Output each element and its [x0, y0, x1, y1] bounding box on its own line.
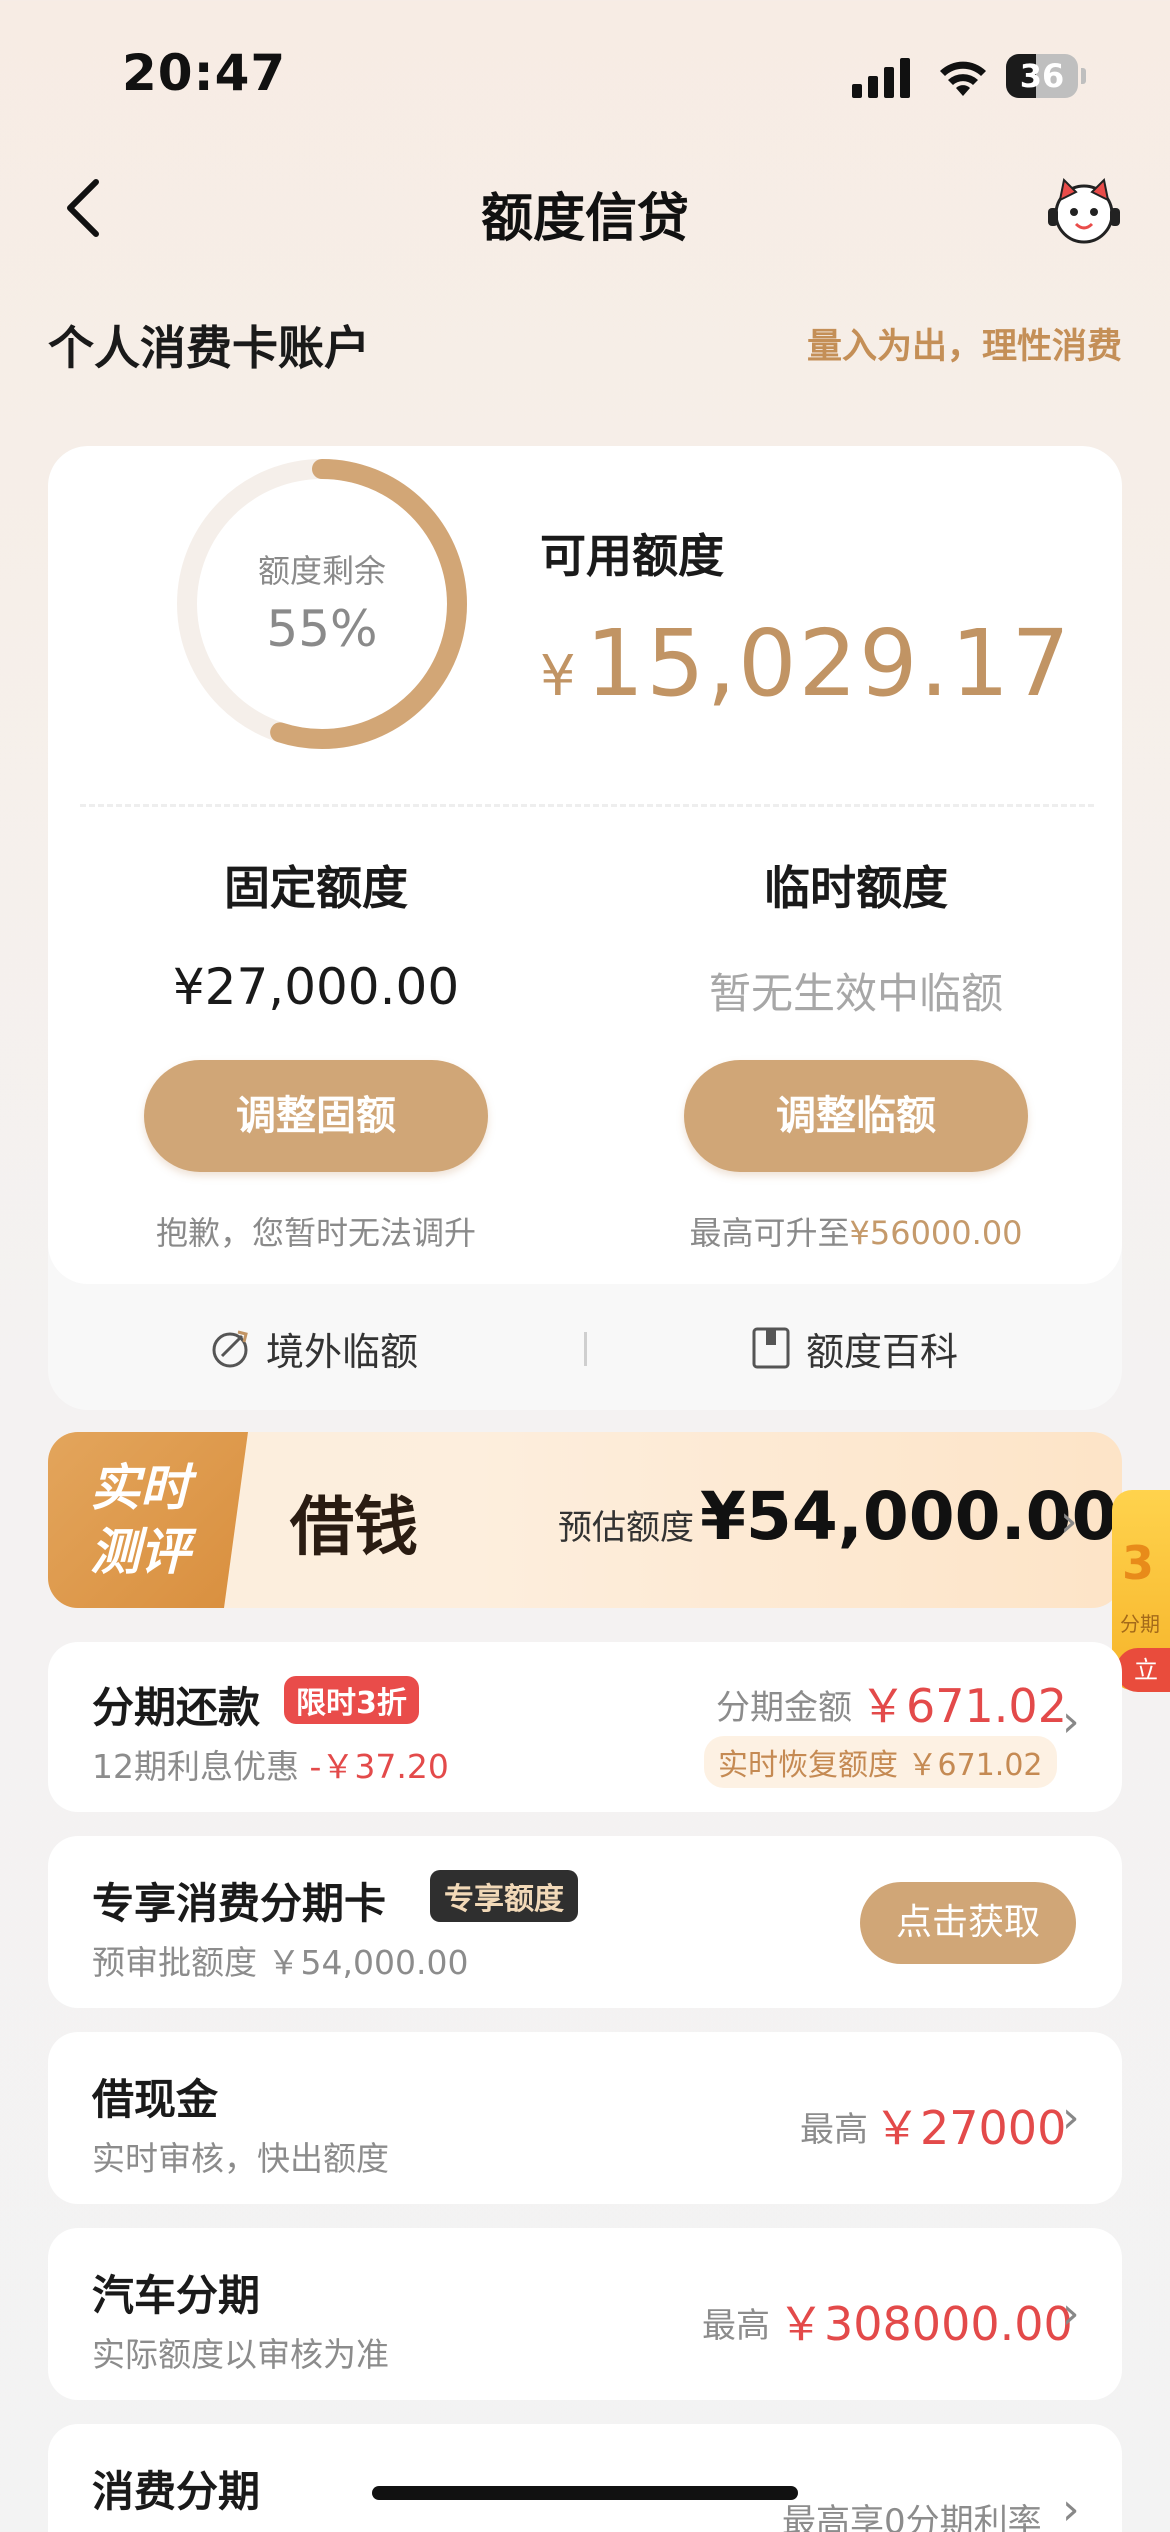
consume-title: 消费分期	[92, 2467, 261, 2516]
home-indicator	[372, 2486, 798, 2500]
globe-plane-icon	[212, 1330, 248, 1368]
ring-percentage: 55%	[266, 600, 378, 658]
battery-level: 36	[1019, 57, 1065, 95]
overseas-temp-credit-link[interactable]: 境外临额	[208, 1318, 418, 1378]
slogan-text: 量入为出，理性消费	[806, 327, 1122, 367]
car-sub: 实际额度以审核为准	[92, 2335, 389, 2374]
get-now-button[interactable]: 点击获取	[860, 1882, 1076, 1964]
chevron-right-icon: ›	[1062, 1696, 1080, 1747]
installment-title: 分期还款	[92, 1683, 261, 1732]
account-section-title: 个人消费卡账户	[48, 321, 370, 375]
recover-credit-tag: 实时恢复额度 ￥671.02	[704, 1736, 1057, 1788]
battery-icon: 36	[1006, 54, 1086, 100]
installment-amount-label: 分期金额	[716, 1688, 852, 1728]
chevron-right-icon: ›	[1062, 2092, 1080, 2143]
ring-label: 额度剩余	[257, 552, 386, 590]
cash-max-amount: ￥27000	[874, 2101, 1067, 2155]
available-credit-label: 可用额度	[540, 529, 724, 583]
status-time: 20:47	[122, 44, 287, 102]
cellular-signal-icon	[852, 58, 910, 98]
temp-credit-status: 暂无生效中临额	[708, 969, 1003, 1018]
wifi-icon	[940, 61, 986, 96]
chevron-right-icon: ›	[1062, 2484, 1080, 2532]
estimate-label: 预估额度	[558, 1508, 694, 1548]
borrow-title: 借钱	[290, 1490, 418, 1565]
discount-tag: 限时3折	[284, 1676, 419, 1724]
chevron-right-icon: ›	[1062, 2288, 1080, 2339]
adjust-temp-button[interactable]: 调整临额	[684, 1060, 1028, 1172]
chevron-right-icon: ›	[1060, 1496, 1078, 1547]
divider	[80, 804, 1094, 807]
installment-sub: 12期利息优惠 -￥37.20	[92, 1747, 449, 1786]
customer-service-mascot-icon[interactable]	[1044, 174, 1124, 246]
car-title: 汽车分期	[92, 2271, 261, 2320]
temp-credit-note: 最高可升至¥56000.00	[689, 1214, 1023, 1252]
book-icon	[752, 1327, 790, 1369]
fixed-credit-note: 抱歉，您暂时无法调升	[155, 1214, 476, 1252]
side-promo-button[interactable]: 立	[1116, 1648, 1170, 1692]
cash-max-label: 最高	[800, 2110, 868, 2150]
cash-title: 借现金	[92, 2075, 219, 2124]
adjust-fixed-button[interactable]: 调整固额	[144, 1060, 488, 1172]
consume-rate-text: 最高享0分期利率	[782, 2502, 1042, 2532]
exclusive-sub: 预审批额度 ￥54,000.00	[92, 1943, 469, 1982]
car-max-amount: ￥308000.00	[778, 2297, 1073, 2351]
cash-sub: 实时审核，快出额度	[92, 2139, 389, 2178]
installment-amount: ￥671.02	[860, 1679, 1067, 1733]
temp-credit-title: 临时额度	[764, 861, 948, 915]
exclusive-title: 专享消费分期卡	[92, 1879, 387, 1928]
credit-wiki-link[interactable]: 额度百科	[750, 1318, 958, 1378]
exclusive-tag: 专享额度	[430, 1870, 578, 1922]
fixed-credit-title: 固定额度	[224, 861, 408, 915]
available-credit-amount: ¥15,029.17	[540, 610, 1072, 717]
car-max-label: 最高	[702, 2306, 770, 2346]
fixed-credit-amount: ¥27,000.00	[172, 958, 460, 1016]
link-divider	[584, 1332, 587, 1366]
page-title: 额度信贷	[480, 189, 689, 249]
estimate-amount: ¥54,000.00	[700, 1478, 1118, 1555]
realtime-eval-text: 实时 测评	[90, 1459, 190, 1581]
